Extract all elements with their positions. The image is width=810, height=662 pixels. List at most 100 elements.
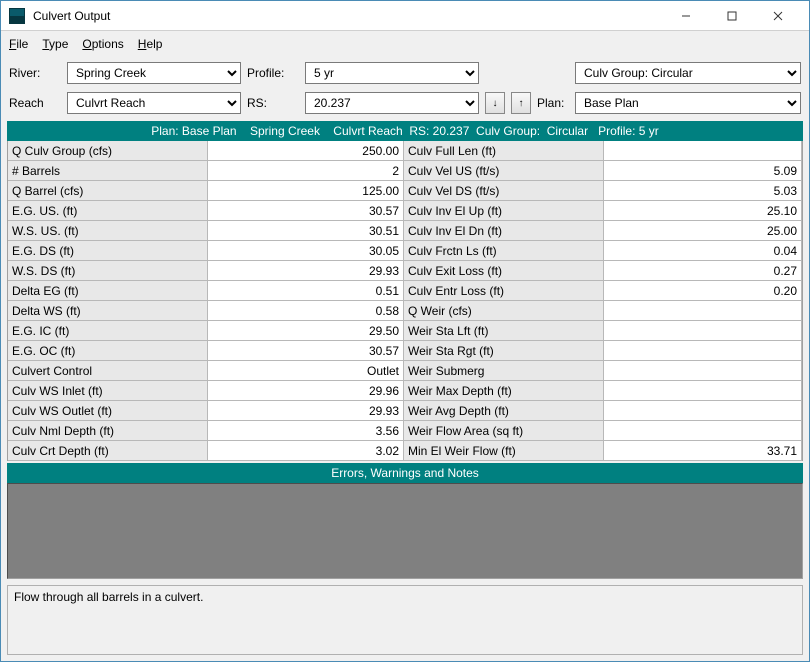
status-text: Flow through all barrels in a culvert. <box>14 590 203 604</box>
plan-select[interactable]: Base Plan <box>575 92 801 114</box>
menu-help[interactable]: Help <box>138 37 163 51</box>
row-value-left[interactable]: 30.51 <box>208 221 404 241</box>
summary-banner: Plan: Base Plan Spring Creek Culvrt Reac… <box>7 121 803 141</box>
row-label-left: # Barrels <box>8 161 208 181</box>
row-label-right: Q Weir (cfs) <box>404 301 604 321</box>
table-row: Culv WS Outlet (ft)29.93Weir Avg Depth (… <box>8 401 802 421</box>
menu-file[interactable]: File <box>9 37 28 51</box>
table-row: Q Barrel (cfs)125.00Culv Vel DS (ft/s)5.… <box>8 181 802 201</box>
row-value-right[interactable]: 33.71 <box>604 441 802 461</box>
river-select[interactable]: Spring Creek <box>67 62 241 84</box>
row-value-left[interactable]: 3.56 <box>208 421 404 441</box>
rs-up-button[interactable]: ↑ <box>511 92 531 114</box>
row-value-left[interactable]: Outlet <box>208 361 404 381</box>
row-label-right: Weir Submerg <box>404 361 604 381</box>
row-value-left[interactable]: 250.00 <box>208 141 404 161</box>
plan-label: Plan: <box>537 96 569 110</box>
row-label-left: E.G. IC (ft) <box>8 321 208 341</box>
table-row: Delta EG (ft)0.51Culv Entr Loss (ft)0.20 <box>8 281 802 301</box>
row-label-right: Culv Vel DS (ft/s) <box>404 181 604 201</box>
arrow-down-icon: ↓ <box>493 98 498 109</box>
row-label-right: Weir Flow Area (sq ft) <box>404 421 604 441</box>
row-value-right[interactable]: 0.04 <box>604 241 802 261</box>
minimize-icon <box>681 11 691 21</box>
row-value-left[interactable]: 29.96 <box>208 381 404 401</box>
rs-label: RS: <box>247 96 299 110</box>
row-value-right[interactable]: 25.10 <box>604 201 802 221</box>
close-button[interactable] <box>755 2 801 30</box>
profile-label: Profile: <box>247 66 299 80</box>
messages-header: Errors, Warnings and Notes <box>7 463 803 483</box>
row-value-right[interactable] <box>604 301 802 321</box>
row-value-right[interactable] <box>604 361 802 381</box>
row-value-left[interactable]: 29.93 <box>208 261 404 281</box>
table-row: Culv WS Inlet (ft)29.96Weir Max Depth (f… <box>8 381 802 401</box>
row-label-left: W.S. US. (ft) <box>8 221 208 241</box>
row-label-left: E.G. OC (ft) <box>8 341 208 361</box>
row-value-left[interactable]: 0.58 <box>208 301 404 321</box>
results-table: Q Culv Group (cfs)250.00Culv Full Len (f… <box>7 141 803 461</box>
row-value-right[interactable] <box>604 381 802 401</box>
profile-select[interactable]: 5 yr <box>305 62 479 84</box>
table-row: # Barrels2Culv Vel US (ft/s)5.09 <box>8 161 802 181</box>
row-label-right: Culv Full Len (ft) <box>404 141 604 161</box>
rs-select[interactable]: 20.237 <box>305 92 479 114</box>
row-value-left[interactable]: 3.02 <box>208 441 404 461</box>
row-label-right: Culv Inv El Up (ft) <box>404 201 604 221</box>
row-value-right[interactable]: 0.20 <box>604 281 802 301</box>
messages-area[interactable] <box>7 483 803 579</box>
row-value-left[interactable]: 30.05 <box>208 241 404 261</box>
row-value-left[interactable]: 2 <box>208 161 404 181</box>
row-value-right[interactable] <box>604 401 802 421</box>
window-title: Culvert Output <box>33 9 663 23</box>
row-label-right: Weir Avg Depth (ft) <box>404 401 604 421</box>
row-value-left[interactable]: 0.51 <box>208 281 404 301</box>
row-value-right[interactable] <box>604 141 802 161</box>
table-row: E.G. US. (ft)30.57Culv Inv El Up (ft)25.… <box>8 201 802 221</box>
menu-options[interactable]: Options <box>82 37 123 51</box>
menubar: File Type Options Help <box>1 31 809 57</box>
minimize-button[interactable] <box>663 2 709 30</box>
row-value-right[interactable]: 25.00 <box>604 221 802 241</box>
row-label-left: W.S. DS (ft) <box>8 261 208 281</box>
table-row: W.S. DS (ft)29.93Culv Exit Loss (ft)0.27 <box>8 261 802 281</box>
table-row: Culv Nml Depth (ft)3.56Weir Flow Area (s… <box>8 421 802 441</box>
row-label-left: E.G. DS (ft) <box>8 241 208 261</box>
row-value-left[interactable]: 30.57 <box>208 341 404 361</box>
row-label-right: Culv Inv El Dn (ft) <box>404 221 604 241</box>
row-value-right[interactable]: 5.09 <box>604 161 802 181</box>
table-row: Culv Crt Depth (ft)3.02Min El Weir Flow … <box>8 441 802 461</box>
maximize-button[interactable] <box>709 2 755 30</box>
row-label-left: Culv WS Inlet (ft) <box>8 381 208 401</box>
selector-panel: River: Spring Creek Profile: 5 yr Culv G… <box>1 57 809 115</box>
row-value-left[interactable]: 30.57 <box>208 201 404 221</box>
row-value-right[interactable] <box>604 341 802 361</box>
row-value-right[interactable] <box>604 421 802 441</box>
menu-type[interactable]: Type <box>42 37 68 51</box>
row-value-right[interactable] <box>604 321 802 341</box>
culv-group-select[interactable]: Culv Group: Circular <box>575 62 801 84</box>
row-label-right: Weir Sta Lft (ft) <box>404 321 604 341</box>
row-label-right: Culv Vel US (ft/s) <box>404 161 604 181</box>
table-row: W.S. US. (ft)30.51Culv Inv El Dn (ft)25.… <box>8 221 802 241</box>
row-label-right: Culv Frctn Ls (ft) <box>404 241 604 261</box>
row-label-left: Culv WS Outlet (ft) <box>8 401 208 421</box>
row-label-right: Culv Entr Loss (ft) <box>404 281 604 301</box>
row-label-left: Delta WS (ft) <box>8 301 208 321</box>
river-label: River: <box>9 66 61 80</box>
row-value-left[interactable]: 29.93 <box>208 401 404 421</box>
maximize-icon <box>727 11 737 21</box>
row-value-left[interactable]: 29.50 <box>208 321 404 341</box>
row-value-right[interactable]: 5.03 <box>604 181 802 201</box>
reach-select[interactable]: Culvrt Reach <box>67 92 241 114</box>
table-row: E.G. DS (ft)30.05Culv Frctn Ls (ft)0.04 <box>8 241 802 261</box>
app-icon <box>9 8 25 24</box>
table-row: Delta WS (ft)0.58Q Weir (cfs) <box>8 301 802 321</box>
row-value-right[interactable]: 0.27 <box>604 261 802 281</box>
table-row: E.G. IC (ft)29.50Weir Sta Lft (ft) <box>8 321 802 341</box>
row-value-left[interactable]: 125.00 <box>208 181 404 201</box>
rs-down-button[interactable]: ↓ <box>485 92 505 114</box>
row-label-left: Culv Nml Depth (ft) <box>8 421 208 441</box>
row-label-left: Culv Crt Depth (ft) <box>8 441 208 461</box>
window-controls <box>663 2 801 30</box>
